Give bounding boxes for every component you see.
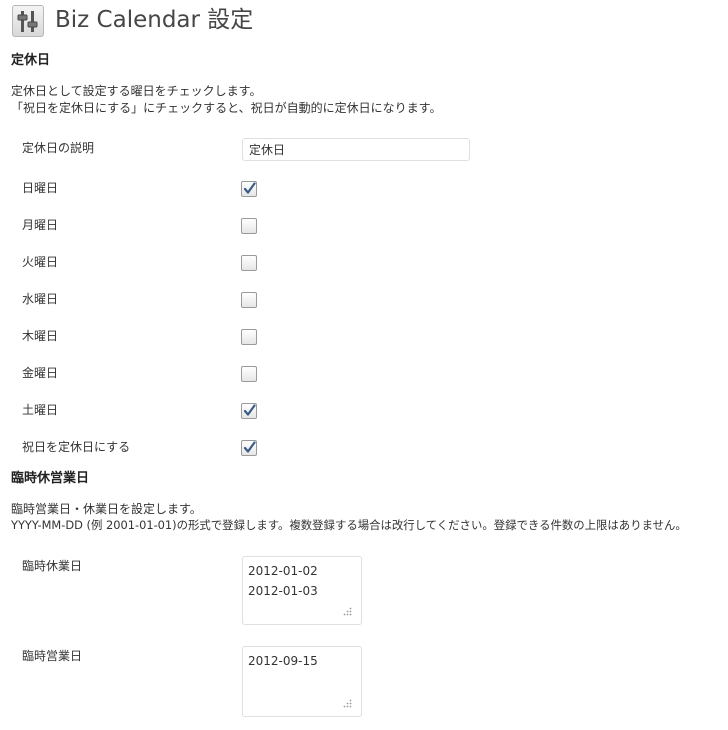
temporary-section-heading: 臨時休営業日	[11, 471, 90, 486]
holiday-day-checkbox[interactable]	[241, 181, 257, 197]
holiday-day-checkbox[interactable]	[241, 292, 257, 308]
holiday-day-checkbox[interactable]	[241, 218, 257, 234]
closed-day-entry: 2012-01-02	[248, 564, 318, 578]
temporary-closed-days-label: 臨時休業日	[22, 559, 83, 573]
temporary-open-days-textarea[interactable]: 2012-09-15	[242, 646, 362, 717]
holiday-day-checkbox[interactable]	[241, 329, 257, 345]
temporary-description-line-1: 臨時営業日・休業日を設定します。	[11, 502, 202, 516]
holiday-day-checkbox[interactable]	[241, 255, 257, 271]
holiday-day-label: 日曜日	[22, 181, 59, 195]
holiday-explanation-input[interactable]	[242, 138, 470, 161]
holiday-day-label: 木曜日	[22, 329, 59, 343]
closed-day-entry: 2012-01-03	[248, 584, 318, 598]
holiday-explanation-label: 定休日の説明	[22, 141, 95, 155]
holiday-day-checkbox[interactable]	[241, 440, 257, 456]
holiday-day-label: 月曜日	[22, 218, 59, 232]
holiday-description-line-1: 定休日として設定する曜日をチェックします。	[11, 84, 262, 98]
temporary-closed-days-textarea[interactable]: 2012-01-02 2012-01-03	[242, 556, 362, 625]
page-title: Biz Calendar 設定	[55, 7, 254, 33]
holiday-day-label: 金曜日	[22, 366, 59, 380]
holiday-day-checkbox[interactable]	[241, 403, 257, 419]
holiday-description-line-2: 「祝日を定休日にする」にチェックすると、祝日が自動的に定休日になります。	[11, 101, 442, 115]
open-day-entry: 2012-09-15	[248, 654, 318, 668]
holiday-section-heading: 定休日	[11, 53, 51, 68]
resize-grip-icon[interactable]	[343, 699, 352, 708]
holiday-day-label: 土曜日	[22, 403, 59, 417]
resize-grip-icon[interactable]	[343, 607, 352, 616]
check-mark-icon	[243, 404, 256, 416]
check-mark-icon	[243, 441, 256, 453]
holiday-day-label: 祝日を定休日にする	[22, 440, 131, 454]
settings-sliders-icon	[12, 5, 44, 37]
temporary-open-days-label: 臨時営業日	[22, 649, 83, 663]
holiday-day-label: 火曜日	[22, 255, 59, 269]
check-mark-icon	[243, 182, 256, 194]
holiday-day-label: 水曜日	[22, 292, 59, 306]
holiday-day-checkbox[interactable]	[241, 366, 257, 382]
temporary-description-line-2: YYYY-MM-DD (例 2001-01-01)の形式で登録します。複数登録す…	[11, 518, 687, 532]
